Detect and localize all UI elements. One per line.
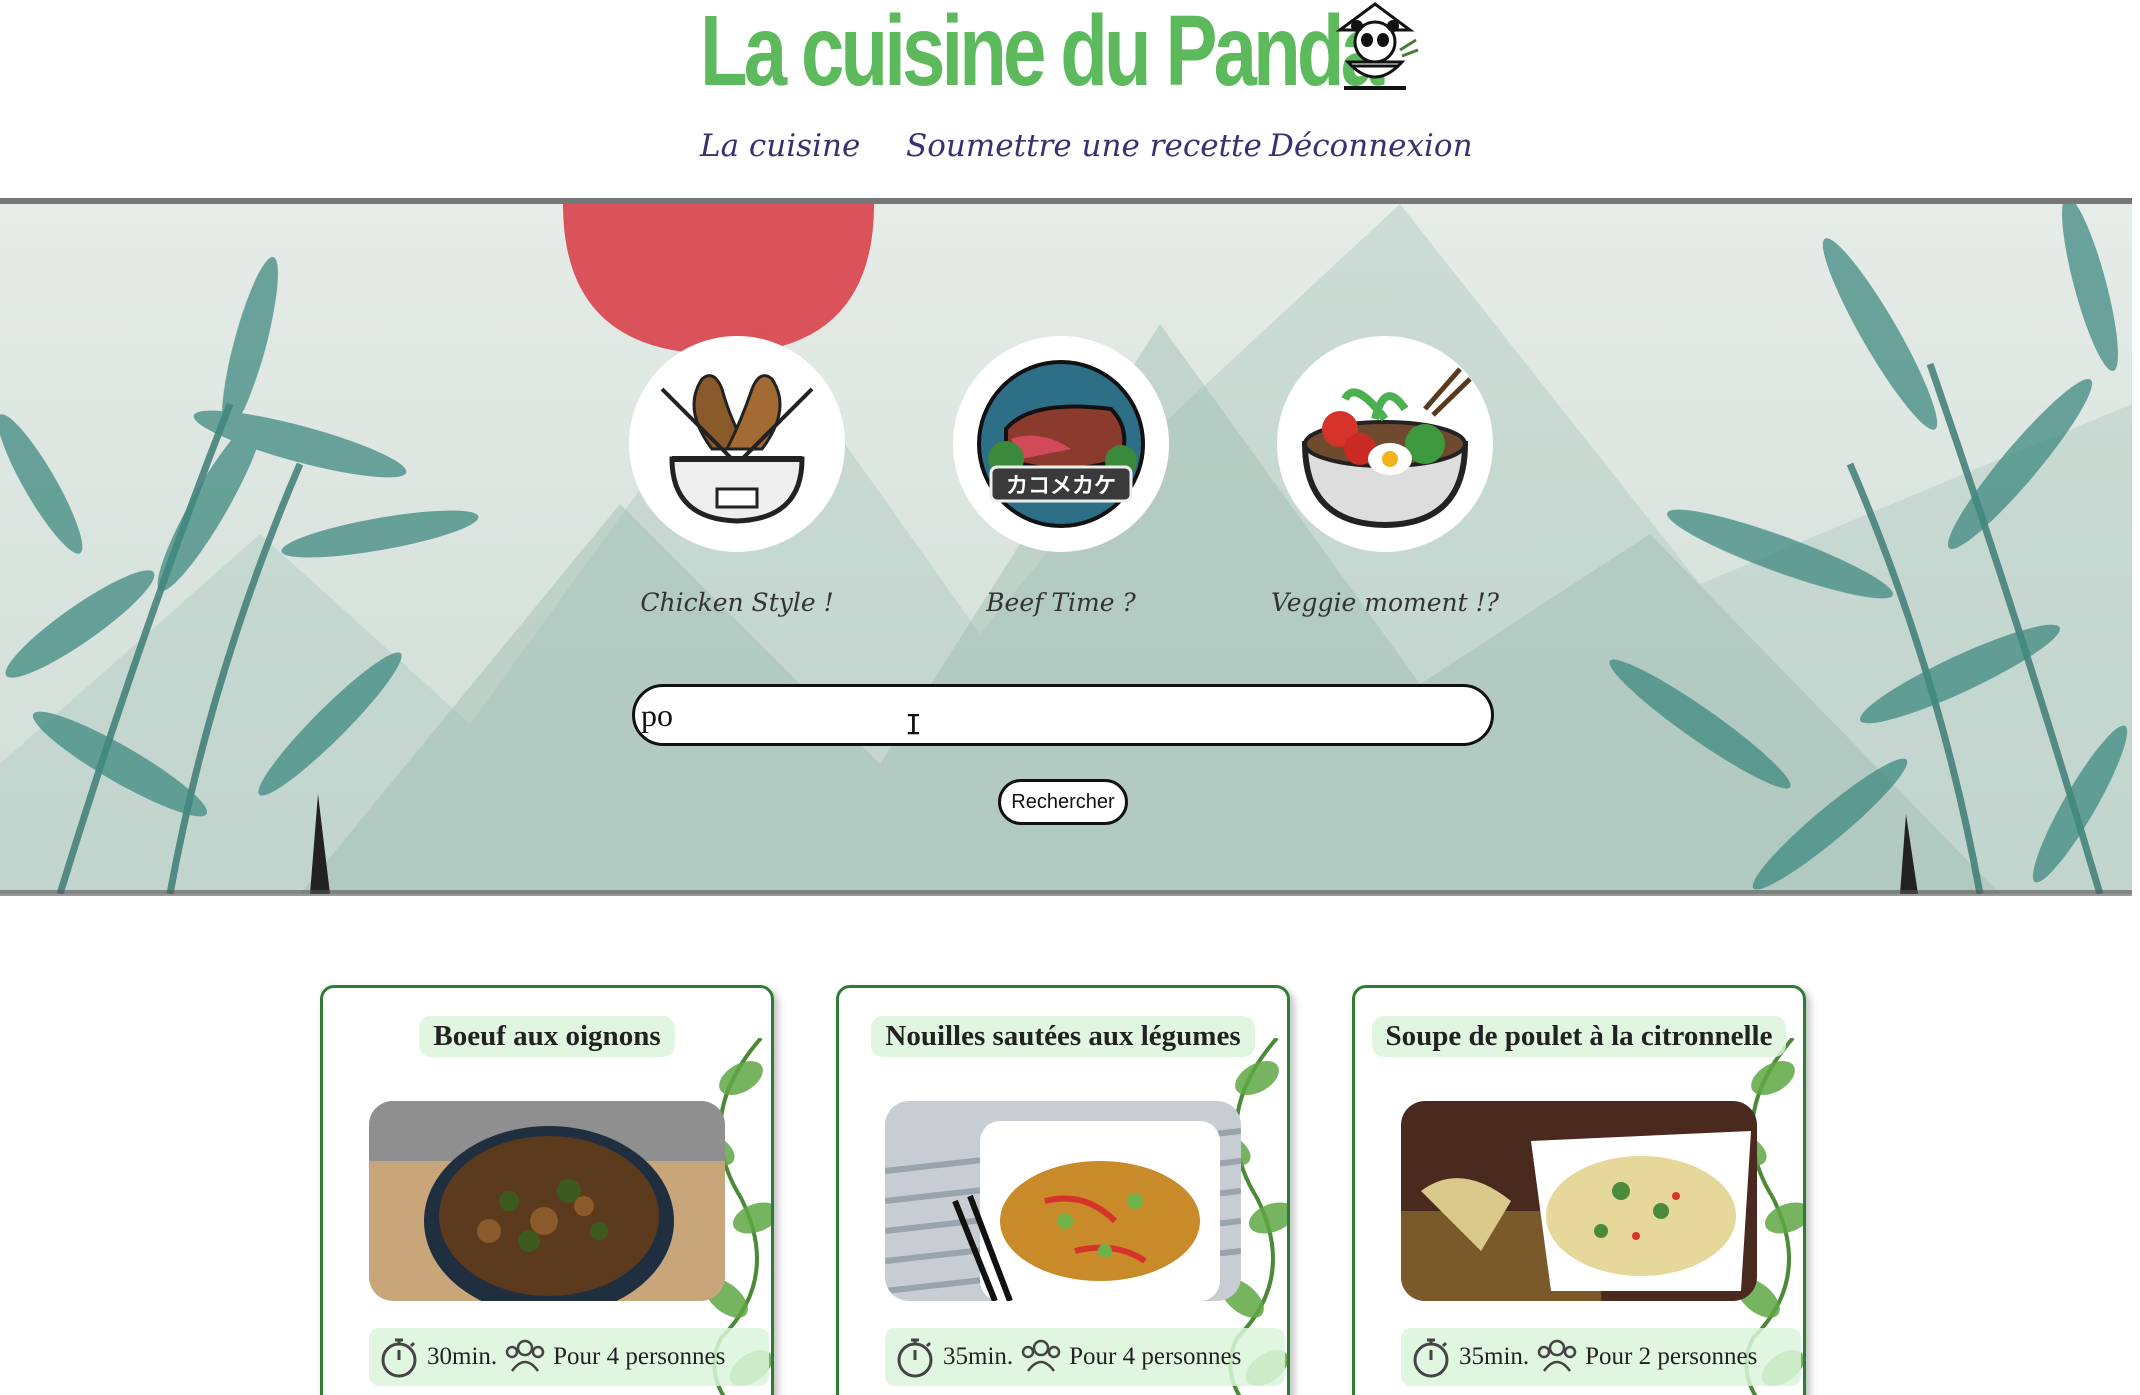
hero-divider (0, 890, 2132, 896)
nav-link-la-cuisine[interactable]: La cuisine (700, 128, 860, 164)
category-label[interactable]: Chicken Style ! (622, 588, 852, 617)
people-icon (1021, 1339, 1061, 1372)
beef-icon[interactable]: カコメカケ (953, 336, 1169, 552)
recipe-cards: Boeuf aux oignons 30min. Pour 4 personne… (0, 985, 2140, 1395)
recipe-card[interactable]: Nouilles sautées aux légumes 35min. Pour… (836, 985, 1290, 1395)
stopwatch-icon (897, 1338, 933, 1378)
recipe-title[interactable]: Soupe de poulet à la citronnelle (1371, 1016, 1787, 1057)
recipe-title[interactable]: Nouilles sautées aux légumes (871, 1016, 1255, 1057)
recipe-servings: Pour 4 personnes (553, 1343, 726, 1370)
text-cursor-icon: I (905, 708, 922, 741)
site-title[interactable]: La cuisine du Panda (700, 0, 1384, 109)
search-input[interactable] (632, 684, 1494, 746)
recipe-meta: 30min. Pour 4 personnes (369, 1328, 769, 1386)
category-chicken[interactable]: Chicken Style ! (622, 336, 852, 617)
search-button[interactable]: Rechercher (998, 779, 1128, 825)
recipe-card[interactable]: Boeuf aux oignons 30min. Pour 4 personne… (320, 985, 774, 1395)
recipe-time: 35min. (943, 1343, 1014, 1370)
main-nav: La cuisine Soumettre une recette Déconne… (0, 128, 2140, 178)
recipe-photo[interactable] (1401, 1101, 1757, 1301)
recipe-meta: 35min. Pour 4 personnes (885, 1328, 1285, 1386)
people-icon (1537, 1339, 1577, 1372)
category-veggie[interactable]: Veggie moment !? (1270, 336, 1500, 617)
nav-link-soumettre-recette[interactable]: Soumettre une recette (906, 128, 1262, 164)
panda-logo-icon[interactable] (1330, 0, 1420, 92)
recipe-meta: 35min. Pour 2 personnes (1401, 1328, 1801, 1386)
stopwatch-icon (1413, 1338, 1449, 1378)
people-icon (505, 1339, 545, 1372)
veggie-bowl-icon[interactable] (1277, 336, 1493, 552)
nav-link-deconnexion[interactable]: Déconnexion (1269, 128, 1473, 164)
recipe-title[interactable]: Boeuf aux oignons (419, 1016, 675, 1057)
recipe-card[interactable]: Soupe de poulet à la citronnelle 35min. (1352, 985, 1806, 1395)
recipe-photo[interactable] (369, 1101, 725, 1301)
category-beef[interactable]: カコメカケ Beef Time ? (946, 336, 1176, 617)
recipe-time: 35min. (1459, 1343, 1530, 1370)
recipe-servings: Pour 4 personnes (1069, 1343, 1242, 1370)
site-header: La cuisine du Panda La cuisine Soumettre… (0, 0, 2140, 200)
category-label[interactable]: Veggie moment !? (1270, 588, 1500, 617)
recipe-photo[interactable] (885, 1101, 1241, 1301)
hero-banner: Chicken Style ! カコメカケ Beef Time ? Veggie… (0, 204, 2132, 894)
stopwatch-icon (381, 1338, 417, 1378)
recipe-time: 30min. (427, 1343, 498, 1370)
chicken-bowl-icon[interactable] (629, 336, 845, 552)
beef-badge-text: カコメカケ (1006, 474, 1116, 499)
category-label[interactable]: Beef Time ? (946, 588, 1176, 617)
recipe-servings: Pour 2 personnes (1585, 1343, 1758, 1370)
